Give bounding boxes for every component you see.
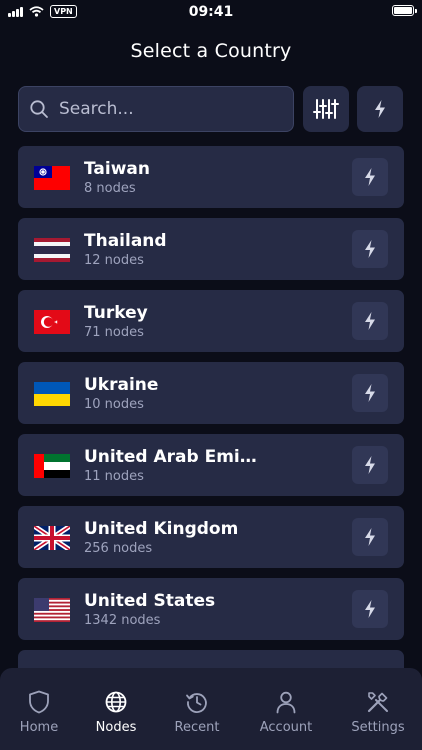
quick-connect-button[interactable] bbox=[357, 86, 403, 132]
node-count: 256 nodes bbox=[84, 541, 153, 556]
lightning-icon bbox=[365, 600, 375, 618]
tab-label: Home bbox=[19, 720, 59, 735]
tab-label: Recent bbox=[174, 720, 220, 735]
globe-icon bbox=[105, 691, 127, 713]
tab-account[interactable]: Account bbox=[244, 668, 328, 750]
lightning-icon bbox=[365, 168, 375, 186]
user-icon bbox=[276, 691, 296, 714]
country-row-united-kingdom[interactable]: United Kingdom 256 nodes bbox=[18, 506, 404, 568]
tab-recent[interactable]: Recent bbox=[155, 668, 239, 750]
country-name: United Arab Emirates bbox=[84, 447, 264, 467]
lightning-icon bbox=[365, 528, 375, 546]
connect-button[interactable] bbox=[352, 374, 388, 412]
tab-home[interactable]: Home bbox=[0, 668, 81, 750]
connect-button[interactable] bbox=[352, 158, 388, 196]
country-name: United Kingdom bbox=[84, 519, 239, 539]
country-row-ukraine[interactable]: Ukraine 10 nodes bbox=[18, 362, 404, 424]
country-row-taiwan[interactable]: Taiwan 8 nodes bbox=[18, 146, 404, 208]
node-count: 12 nodes bbox=[84, 253, 144, 268]
shield-icon bbox=[29, 690, 49, 714]
lightning-icon bbox=[365, 312, 375, 330]
country-name: Thailand bbox=[84, 231, 167, 251]
country-name: United States bbox=[84, 591, 216, 611]
connect-button[interactable] bbox=[352, 230, 388, 268]
country-row-united-states[interactable]: United States 1342 nodes bbox=[18, 578, 404, 640]
country-name: Ukraine bbox=[84, 375, 159, 395]
thailand-flag-icon bbox=[34, 238, 70, 262]
node-count: 8 nodes bbox=[84, 181, 136, 196]
status-bar: VPN 09:41 bbox=[0, 0, 422, 26]
taiwan-flag-icon bbox=[34, 166, 70, 190]
connect-button[interactable] bbox=[352, 590, 388, 628]
country-name: Taiwan bbox=[84, 159, 150, 179]
history-icon bbox=[186, 693, 207, 713]
country-row-uae[interactable]: United Arab Emirates 11 nodes bbox=[18, 434, 404, 496]
filter-button[interactable] bbox=[303, 86, 349, 132]
node-count: 10 nodes bbox=[84, 397, 144, 412]
uae-flag-icon bbox=[34, 454, 70, 478]
ukraine-flag-icon bbox=[34, 382, 70, 406]
country-row-turkey[interactable]: Turkey 71 nodes bbox=[18, 290, 404, 352]
lightning-icon bbox=[365, 240, 375, 258]
tab-label: Settings bbox=[351, 720, 405, 735]
connect-button[interactable] bbox=[352, 518, 388, 556]
battery-icon bbox=[392, 5, 417, 16]
country-name: Turkey bbox=[84, 303, 148, 323]
lightning-icon bbox=[375, 100, 385, 118]
node-count: 71 nodes bbox=[84, 325, 144, 340]
search-input[interactable]: Search... bbox=[18, 86, 294, 132]
tab-label: Account bbox=[259, 720, 313, 735]
turkey-flag-icon bbox=[34, 310, 70, 334]
lightning-icon bbox=[365, 456, 375, 474]
connect-button[interactable] bbox=[352, 302, 388, 340]
clock: 09:41 bbox=[188, 4, 234, 20]
lightning-icon bbox=[365, 384, 375, 402]
node-count: 11 nodes bbox=[84, 469, 144, 484]
tab-label: Nodes bbox=[95, 720, 137, 735]
country-row-thailand[interactable]: Thailand 12 nodes bbox=[18, 218, 404, 280]
tab-bar: Home Nodes Recent Account Settings bbox=[0, 668, 422, 750]
uk-flag-icon bbox=[34, 526, 70, 550]
node-count: 1342 nodes bbox=[84, 613, 161, 628]
sliders-icon bbox=[313, 99, 339, 119]
search-icon bbox=[30, 100, 48, 118]
page-title: Select a Country bbox=[130, 40, 292, 62]
us-flag-icon bbox=[34, 598, 70, 622]
search-placeholder: Search... bbox=[59, 99, 134, 119]
connect-button[interactable] bbox=[352, 446, 388, 484]
tab-nodes[interactable]: Nodes bbox=[74, 668, 158, 750]
tab-settings[interactable]: Settings bbox=[336, 668, 420, 750]
tools-icon bbox=[367, 692, 388, 713]
